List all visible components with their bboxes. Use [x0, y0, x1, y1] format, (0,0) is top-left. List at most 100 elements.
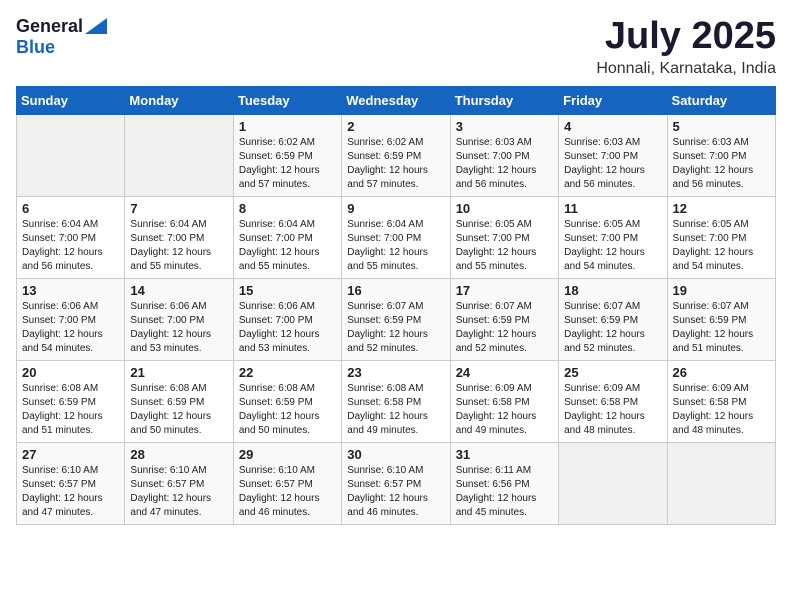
week-row-4: 20 Sunrise: 6:08 AMSunset: 6:59 PMDayligh… — [17, 360, 776, 442]
day-info: Sunrise: 6:11 AMSunset: 6:56 PMDaylight:… — [456, 464, 553, 520]
day-number: 9 — [347, 201, 444, 216]
day-number: 1 — [239, 119, 336, 134]
day-number: 23 — [347, 365, 444, 380]
day-cell — [667, 442, 775, 524]
day-cell: 20Sunrise: 6:08 AMSunset: 6:59 PMDayligh… — [17, 360, 125, 442]
day-cell: 3 Sunrise: 6:03 AMSunset: 7:00 PMDaylight… — [450, 114, 558, 196]
day-number: 22 — [239, 365, 336, 380]
day-number: 11 — [564, 201, 661, 216]
day-cell: 24Sunrise: 6:09 AMSunset: 6:58 PMDayligh… — [450, 360, 558, 442]
logo-icon — [85, 18, 107, 34]
day-cell: 16 Sunrise: 6:07 AMSunset: 6:59 PMDayligh… — [342, 278, 450, 360]
day-cell: 26Sunrise: 6:09 AMSunset: 6:58 PMDayligh… — [667, 360, 775, 442]
day-number: 17 — [456, 283, 553, 298]
day-cell: 31 Sunrise: 6:11 AMSunset: 6:56 PMDayligh… — [450, 442, 558, 524]
day-cell: 28 Sunrise: 6:10 AMSunset: 6:57 PMDayligh… — [125, 442, 233, 524]
logo: General Blue — [16, 16, 107, 58]
day-cell — [559, 442, 667, 524]
day-info: Sunrise: 6:05 AMSunset: 7:00 PMDaylight:… — [564, 218, 661, 274]
logo-general-text: General — [16, 16, 83, 37]
day-cell: 4 Sunrise: 6:03 AMSunset: 7:00 PMDaylight… — [559, 114, 667, 196]
day-info: Sunrise: 6:03 AMSunset: 7:00 PMDaylight:… — [564, 136, 661, 192]
day-cell: 27 Sunrise: 6:10 AMSunset: 6:57 PMDayligh… — [17, 442, 125, 524]
day-number: 7 — [130, 201, 227, 216]
day-info: Sunrise: 6:07 AMSunset: 6:59 PMDaylight:… — [673, 300, 770, 356]
day-number: 5 — [673, 119, 770, 134]
day-info: Sunrise: 6:06 AMSunset: 7:00 PMDaylight:… — [130, 300, 227, 356]
week-row-5: 27 Sunrise: 6:10 AMSunset: 6:57 PMDayligh… — [17, 442, 776, 524]
day-number: 18 — [564, 283, 661, 298]
calendar-location: Honnali, Karnataka, India — [596, 60, 776, 78]
day-cell: 7 Sunrise: 6:04 AMSunset: 7:00 PMDaylight… — [125, 196, 233, 278]
day-cell: 15 Sunrise: 6:06 AMSunset: 7:00 PMDayligh… — [233, 278, 341, 360]
day-info: Sunrise: 6:06 AMSunset: 7:00 PMDaylight:… — [239, 300, 336, 356]
day-cell: 9 Sunrise: 6:04 AMSunset: 7:00 PMDaylight… — [342, 196, 450, 278]
day-header-friday: Friday — [559, 86, 667, 114]
day-number: 6 — [22, 201, 119, 216]
day-info: Sunrise: 6:06 AMSunset: 7:00 PMDaylight:… — [22, 300, 119, 356]
day-cell: 13Sunrise: 6:06 AMSunset: 7:00 PMDayligh… — [17, 278, 125, 360]
page-header: General Blue July 2025 Honnali, Karnatak… — [16, 16, 776, 78]
week-row-1: 1 Sunrise: 6:02 AMSunset: 6:59 PMDaylight… — [17, 114, 776, 196]
day-number: 20 — [22, 365, 119, 380]
day-number: 19 — [673, 283, 770, 298]
day-number: 16 — [347, 283, 444, 298]
day-cell: 12Sunrise: 6:05 AMSunset: 7:00 PMDayligh… — [667, 196, 775, 278]
day-number: 15 — [239, 283, 336, 298]
day-info: Sunrise: 6:02 AMSunset: 6:59 PMDaylight:… — [239, 136, 336, 192]
calendar-header-row: SundayMondayTuesdayWednesdayThursdayFrid… — [17, 86, 776, 114]
day-info: Sunrise: 6:04 AMSunset: 7:00 PMDaylight:… — [239, 218, 336, 274]
day-cell: 1 Sunrise: 6:02 AMSunset: 6:59 PMDaylight… — [233, 114, 341, 196]
day-number: 28 — [130, 447, 227, 462]
day-info: Sunrise: 6:05 AMSunset: 7:00 PMDaylight:… — [456, 218, 553, 274]
day-info: Sunrise: 6:10 AMSunset: 6:57 PMDaylight:… — [22, 464, 119, 520]
day-info: Sunrise: 6:04 AMSunset: 7:00 PMDaylight:… — [347, 218, 444, 274]
day-info: Sunrise: 6:03 AMSunset: 7:00 PMDaylight:… — [456, 136, 553, 192]
day-header-saturday: Saturday — [667, 86, 775, 114]
day-cell: 11 Sunrise: 6:05 AMSunset: 7:00 PMDayligh… — [559, 196, 667, 278]
day-header-sunday: Sunday — [17, 86, 125, 114]
day-info: Sunrise: 6:08 AMSunset: 6:58 PMDaylight:… — [347, 382, 444, 438]
day-info: Sunrise: 6:04 AMSunset: 7:00 PMDaylight:… — [130, 218, 227, 274]
day-cell: 5Sunrise: 6:03 AMSunset: 7:00 PMDaylight… — [667, 114, 775, 196]
day-number: 4 — [564, 119, 661, 134]
day-cell: 25 Sunrise: 6:09 AMSunset: 6:58 PMDayligh… — [559, 360, 667, 442]
day-info: Sunrise: 6:08 AMSunset: 6:59 PMDaylight:… — [130, 382, 227, 438]
day-info: Sunrise: 6:07 AMSunset: 6:59 PMDaylight:… — [347, 300, 444, 356]
day-header-tuesday: Tuesday — [233, 86, 341, 114]
day-info: Sunrise: 6:07 AMSunset: 6:59 PMDaylight:… — [564, 300, 661, 356]
day-info: Sunrise: 6:10 AMSunset: 6:57 PMDaylight:… — [239, 464, 336, 520]
day-cell: 22 Sunrise: 6:08 AMSunset: 6:59 PMDayligh… — [233, 360, 341, 442]
day-info: Sunrise: 6:10 AMSunset: 6:57 PMDaylight:… — [130, 464, 227, 520]
day-number: 2 — [347, 119, 444, 134]
day-header-wednesday: Wednesday — [342, 86, 450, 114]
day-info: Sunrise: 6:04 AMSunset: 7:00 PMDaylight:… — [22, 218, 119, 274]
day-number: 30 — [347, 447, 444, 462]
day-number: 3 — [456, 119, 553, 134]
day-number: 25 — [564, 365, 661, 380]
day-number: 21 — [130, 365, 227, 380]
day-cell: 19 Sunrise: 6:07 AMSunset: 6:59 PMDayligh… — [667, 278, 775, 360]
title-block: July 2025 Honnali, Karnataka, India — [596, 16, 776, 78]
day-cell: 18 Sunrise: 6:07 AMSunset: 6:59 PMDayligh… — [559, 278, 667, 360]
day-number: 10 — [456, 201, 553, 216]
day-cell: 29 Sunrise: 6:10 AMSunset: 6:57 PMDayligh… — [233, 442, 341, 524]
day-cell: 17Sunrise: 6:07 AMSunset: 6:59 PMDayligh… — [450, 278, 558, 360]
logo-blue-text: Blue — [16, 37, 55, 57]
day-number: 27 — [22, 447, 119, 462]
day-cell — [125, 114, 233, 196]
day-number: 26 — [673, 365, 770, 380]
day-info: Sunrise: 6:08 AMSunset: 6:59 PMDaylight:… — [239, 382, 336, 438]
day-info: Sunrise: 6:09 AMSunset: 6:58 PMDaylight:… — [564, 382, 661, 438]
day-cell: 23 Sunrise: 6:08 AMSunset: 6:58 PMDayligh… — [342, 360, 450, 442]
day-number: 12 — [673, 201, 770, 216]
day-number: 29 — [239, 447, 336, 462]
day-header-monday: Monday — [125, 86, 233, 114]
day-info: Sunrise: 6:09 AMSunset: 6:58 PMDaylight:… — [456, 382, 553, 438]
day-cell: 2Sunrise: 6:02 AMSunset: 6:59 PMDaylight… — [342, 114, 450, 196]
day-number: 31 — [456, 447, 553, 462]
calendar-title: July 2025 — [596, 16, 776, 58]
week-row-2: 6 Sunrise: 6:04 AMSunset: 7:00 PMDaylight… — [17, 196, 776, 278]
day-number: 8 — [239, 201, 336, 216]
day-number: 14 — [130, 283, 227, 298]
